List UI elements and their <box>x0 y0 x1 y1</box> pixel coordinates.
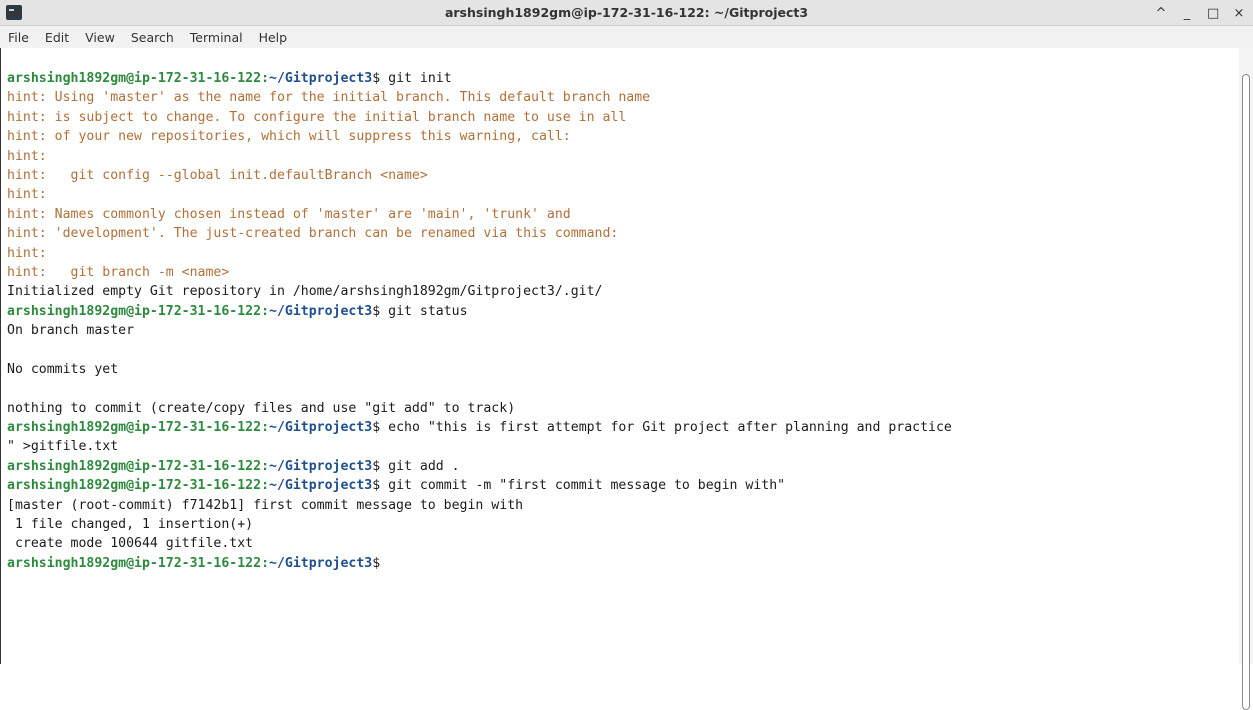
output-text: No commits yet <box>7 361 119 377</box>
prompt-user: arshsingh1892gm@ip-172-31-16-122 <box>7 478 262 494</box>
hint-text: hint: <box>7 187 47 203</box>
output-text: nothing to commit (create/copy files and… <box>7 400 516 416</box>
menu-terminal[interactable]: Terminal <box>188 30 245 45</box>
title-bar[interactable]: arshsingh1892gm@ip-172-31-16-122: ~/Gitp… <box>0 0 1253 26</box>
scrollbar-thumb[interactable] <box>1242 74 1250 710</box>
vertical-scrollbar[interactable] <box>1239 48 1253 710</box>
command-text: echo "this is first attempt for Git proj… <box>388 420 952 436</box>
output-text: On branch master <box>7 323 135 339</box>
hint-text: hint: <box>7 148 47 164</box>
output-text: [master (root-commit) f7142b1] first com… <box>7 497 524 513</box>
hint-text: hint: Names commonly chosen instead of '… <box>7 206 571 222</box>
minimize-icon[interactable]: _ <box>1181 6 1193 21</box>
hint-text: hint: git config --global init.defaultBr… <box>7 167 428 183</box>
terminal-line: On branch master <box>7 321 1239 340</box>
terminal-line: arshsingh1892gm@ip-172-31-16-122:~/Gitpr… <box>7 71 452 86</box>
hint-text: hint: 'development'. The just-created br… <box>7 226 619 242</box>
prompt-user: arshsingh1892gm@ip-172-31-16-122 <box>7 555 262 571</box>
output-text: " >gitfile.txt <box>7 439 119 455</box>
prompt-path: ~/Gitproject3 <box>269 303 373 319</box>
terminal-line: arshsingh1892gm@ip-172-31-16-122:~/Gitpr… <box>7 458 460 474</box>
hint-text: hint: <box>7 245 47 261</box>
terminal-line: Initialized empty Git repository in /hom… <box>7 282 1239 301</box>
prompt-user: arshsingh1892gm@ip-172-31-16-122 <box>7 303 262 319</box>
terminal-line: hint: is subject to change. To configure… <box>7 108 1239 127</box>
window-title: arshsingh1892gm@ip-172-31-16-122: ~/Gitp… <box>444 5 809 20</box>
menu-bar: File Edit View Search Terminal Help <box>0 26 1253 48</box>
terminal-line: hint: 'development'. The just-created br… <box>7 224 1239 243</box>
close-icon[interactable]: × <box>1233 6 1245 21</box>
terminal-output[interactable]: arshsingh1892gm@ip-172-31-16-122:~/Gitpr… <box>0 48 1239 664</box>
terminal-line: hint: git branch -m <name> <box>7 263 1239 282</box>
prompt-path: ~/Gitproject3 <box>269 71 373 86</box>
terminal-line: " >gitfile.txt <box>7 437 1239 456</box>
prompt-path: ~/Gitproject3 <box>269 458 373 474</box>
terminal-line: [master (root-commit) f7142b1] first com… <box>7 496 1239 515</box>
terminal-line: hint: Names commonly chosen instead of '… <box>7 205 1239 224</box>
terminal-line: arshsingh1892gm@ip-172-31-16-122:~/Gitpr… <box>7 303 468 319</box>
prompt-user: arshsingh1892gm@ip-172-31-16-122 <box>7 71 262 86</box>
menu-view[interactable]: View <box>83 30 117 45</box>
menu-file[interactable]: File <box>6 30 31 45</box>
terminal-line: nothing to commit (create/copy files and… <box>7 399 1239 418</box>
prompt-user: arshsingh1892gm@ip-172-31-16-122 <box>7 458 262 474</box>
terminal-line: hint: of your new repositories, which wi… <box>7 127 1239 146</box>
menu-search[interactable]: Search <box>129 30 176 45</box>
output-text: Initialized empty Git repository in /hom… <box>7 284 603 300</box>
command-text: git status <box>388 303 468 319</box>
menu-help[interactable]: Help <box>257 30 290 45</box>
command-text: git commit -m "first commit message to b… <box>388 478 786 494</box>
prompt-path: ~/Gitproject3 <box>269 555 373 571</box>
terminal-line: hint: <box>7 185 1239 204</box>
hint-text: hint: of your new repositories, which wi… <box>7 129 571 145</box>
terminal-line: create mode 100644 gitfile.txt <box>7 534 1239 553</box>
command-text: git init <box>388 71 452 86</box>
terminal-line: arshsingh1892gm@ip-172-31-16-122:~/Gitpr… <box>7 478 786 494</box>
prompt-path: ~/Gitproject3 <box>269 420 373 436</box>
terminal-line: hint: Using 'master' as the name for the… <box>7 88 1239 107</box>
terminal-window: arshsingh1892gm@ip-172-31-16-122: ~/Gitp… <box>0 0 1253 710</box>
hint-text: hint: is subject to change. To configure… <box>7 109 627 125</box>
terminal-line: hint: <box>7 244 1239 263</box>
prompt-user: arshsingh1892gm@ip-172-31-16-122 <box>7 420 262 436</box>
terminal-line: hint: <box>7 147 1239 166</box>
terminal-line: hint: git config --global init.defaultBr… <box>7 166 1239 185</box>
hint-text: hint: git branch -m <name> <box>7 264 230 280</box>
maximize-icon[interactable]: □ <box>1207 6 1219 21</box>
prompt-path: ~/Gitproject3 <box>269 478 373 494</box>
terminal-line: No commits yet <box>7 360 1239 379</box>
terminal-line: arshsingh1892gm@ip-172-31-16-122:~/Gitpr… <box>7 420 952 436</box>
terminal-line: 1 file changed, 1 insertion(+) <box>7 515 1239 534</box>
output-text: 1 file changed, 1 insertion(+) <box>7 516 254 532</box>
terminal-line: arshsingh1892gm@ip-172-31-16-122:~/Gitpr… <box>7 555 389 571</box>
command-text: git add . <box>388 458 460 474</box>
hint-text: hint: Using 'master' as the name for the… <box>7 90 651 106</box>
chevron-up-icon[interactable]: ^ <box>1155 6 1167 21</box>
output-text: create mode 100644 gitfile.txt <box>7 536 254 552</box>
menu-edit[interactable]: Edit <box>43 30 71 45</box>
window-controls: ^ _ □ × <box>1155 0 1245 26</box>
